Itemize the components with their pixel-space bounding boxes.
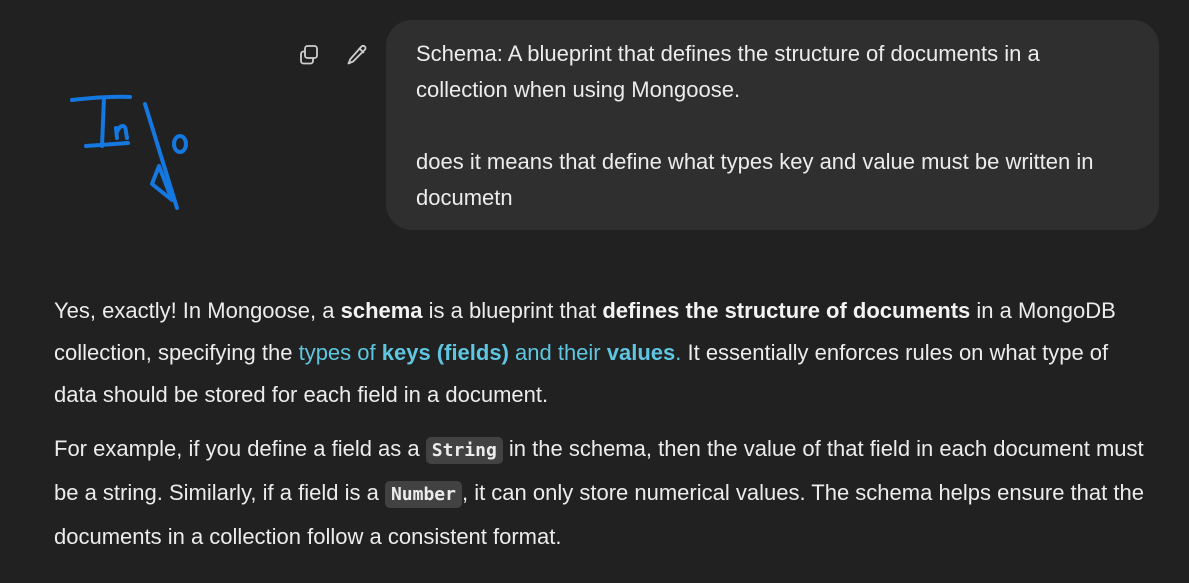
reply-highlight-text: types of (298, 340, 382, 365)
reply-highlight-text: and their (508, 340, 607, 365)
copy-button[interactable] (294, 40, 324, 70)
reply-highlight-bold-values: values (606, 340, 676, 365)
edit-button[interactable] (342, 40, 372, 70)
assistant-paragraph-1: Yes, exactly! In Mongoose, a schema is a… (54, 290, 1154, 416)
inline-code-number: Number (384, 481, 462, 508)
message-actions (294, 40, 372, 70)
reply-highlight: types of keys (fields) and their values. (299, 340, 682, 365)
pencil-icon (347, 44, 367, 65)
reply-highlight-bold-keys: keys (fields) (381, 340, 509, 365)
user-message-line-1: Schema: A blueprint that defines the str… (416, 41, 1046, 102)
reply-bold-structure: defines the structure of documents (602, 298, 971, 323)
reply-text: is a blueprint that (422, 298, 603, 323)
user-message-bubble: Schema: A blueprint that defines the str… (386, 20, 1159, 230)
assistant-paragraph-2: For example, if you define a field as a … (54, 428, 1154, 558)
user-message-line-2: does it means that define what types key… (416, 149, 1100, 210)
reply-text: For example, if you define a field as a (54, 436, 426, 461)
reply-bold-schema: schema (340, 298, 423, 323)
reply-text: Yes, exactly! In Mongoose, a (54, 298, 341, 323)
assistant-reply: Yes, exactly! In Mongoose, a schema is a… (54, 290, 1154, 570)
user-message-row: Schema: A blueprint that defines the str… (0, 20, 1189, 230)
inline-code-string: String (425, 437, 503, 464)
copy-icon (300, 45, 318, 65)
